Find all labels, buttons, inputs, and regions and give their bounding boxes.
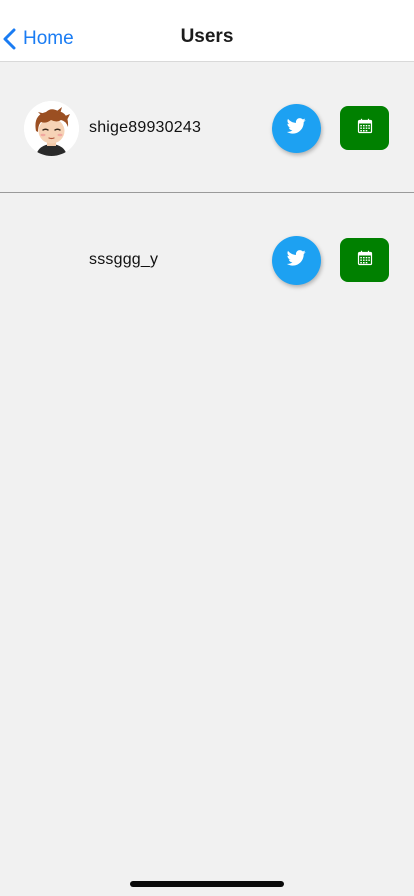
user-row: sssggg_y [0, 227, 414, 293]
calendar-button[interactable] [340, 238, 389, 282]
calendar-icon [357, 250, 373, 271]
navigation-bar: Home Users [0, 0, 414, 62]
avatar [24, 101, 79, 156]
username: sssggg_y [89, 251, 159, 268]
home-indicator[interactable] [130, 881, 284, 887]
calendar-button[interactable] [340, 106, 389, 150]
twitter-bird-icon [286, 118, 306, 139]
twitter-button[interactable] [272, 236, 321, 285]
row-divider [0, 192, 414, 193]
page-title: Users [180, 26, 234, 47]
twitter-button[interactable] [272, 104, 321, 153]
twitter-bird-icon [286, 250, 306, 271]
calendar-icon [357, 118, 373, 139]
user-row: shige89930243 [0, 95, 414, 161]
username: shige89930243 [89, 119, 202, 136]
